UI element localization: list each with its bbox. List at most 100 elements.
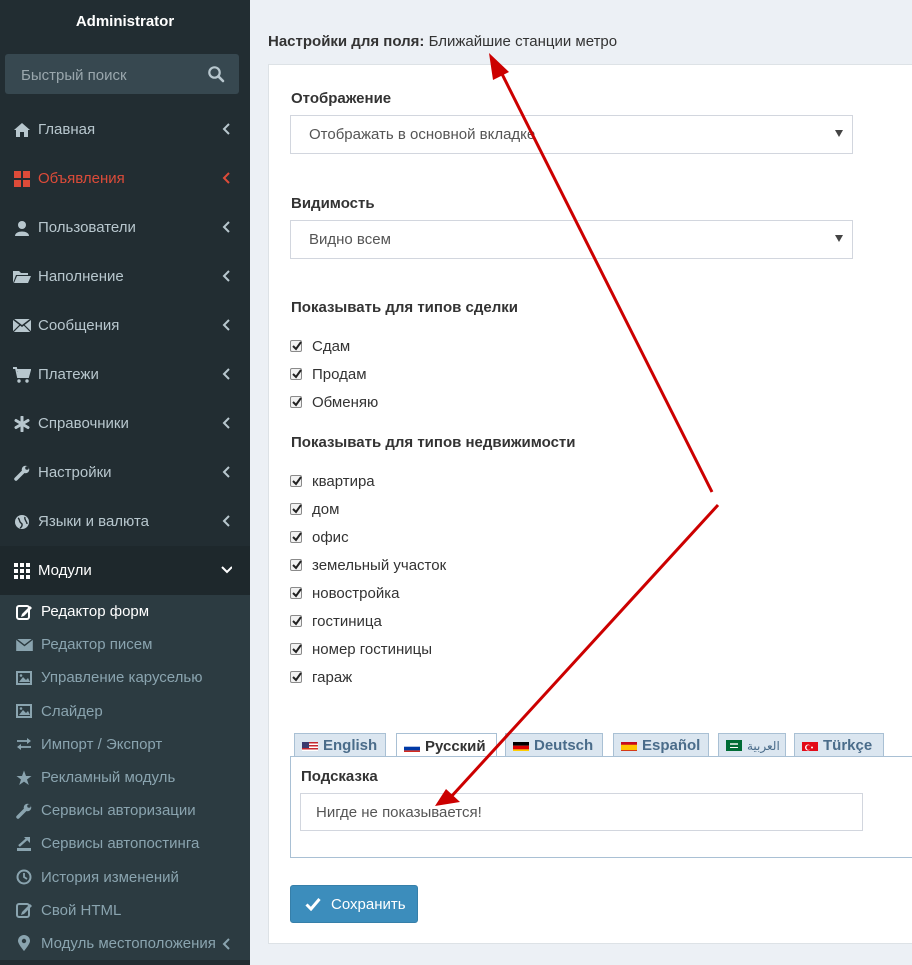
save-button[interactable]: Сохранить (290, 885, 418, 923)
tab-english[interactable]: English (294, 733, 386, 757)
deal-type-checkbox-row[interactable]: Продам (290, 364, 367, 384)
checkbox-checked[interactable] (290, 531, 302, 543)
sidebar-menu: Главная Объявления Пользователи Наполнен… (0, 105, 250, 961)
main-content: Настройки для поля: Ближайшие станции ме… (250, 0, 912, 965)
subitem-label: Управление каруселью (41, 669, 203, 687)
chevron-left-icon (222, 172, 230, 184)
picture-icon (14, 703, 34, 719)
subitem-mail-editor[interactable]: Редактор писем (0, 628, 250, 661)
property-type-checkbox-row[interactable]: гараж (290, 667, 352, 687)
checkbox-label: Обменяю (312, 393, 379, 411)
sidebar-item-label: Наполнение (38, 268, 124, 285)
checkbox-label: номер гостиницы (312, 640, 433, 658)
sidebar-item-payments[interactable]: Платежи (0, 350, 250, 399)
visibility-select[interactable]: Видно всем (290, 220, 853, 259)
tab-russian[interactable]: Русский (396, 733, 497, 758)
tab-turkce[interactable]: Türkçe (794, 733, 884, 757)
sidebar-item-modules[interactable]: Модули (0, 546, 250, 595)
deal-type-checkbox-row[interactable]: Сдам (290, 336, 350, 356)
property-type-checkbox-row[interactable]: гостиница (290, 611, 382, 631)
checkbox-checked[interactable] (290, 368, 302, 380)
sa-flag-icon (726, 740, 742, 751)
subitem-import-export[interactable]: Импорт / Экспорт (0, 728, 250, 761)
chevron-left-icon (222, 515, 230, 527)
subitem-label: Рекламный модуль (41, 769, 176, 787)
subitem-custom-html[interactable]: Свой HTML (0, 894, 250, 927)
checkbox-checked[interactable] (290, 643, 302, 655)
export-icon (14, 836, 34, 852)
property-type-checkbox-row[interactable]: дом (290, 499, 339, 519)
subitem-ad-module[interactable]: Рекламный модуль (0, 761, 250, 794)
search-input[interactable] (19, 64, 203, 86)
page-title-field-name: Ближайшие станции метро (428, 33, 618, 50)
subitem-form-editor[interactable]: Редактор форм (0, 595, 250, 628)
display-select[interactable]: Отображать в основной вкладке (290, 115, 853, 154)
chevron-left-icon (222, 123, 230, 135)
sidebar-item-users[interactable]: Пользователи (0, 203, 250, 252)
property-type-checkbox-row[interactable]: офис (290, 527, 349, 547)
subitem-slider[interactable]: Слайдер (0, 695, 250, 728)
sidebar-item-dictionaries[interactable]: Справочники (0, 399, 250, 448)
checkbox-label: дом (312, 500, 340, 518)
sidebar-item-ads[interactable]: Объявления (0, 154, 250, 203)
checkbox-checked[interactable] (290, 559, 302, 571)
deal-type-checkbox-row[interactable]: Обменяю (290, 392, 378, 412)
property-type-checkbox-row[interactable]: квартира (290, 471, 375, 491)
subitem-carousel[interactable]: Управление каруселью (0, 661, 250, 694)
sidebar-item-label: Платежи (38, 366, 99, 383)
display-label: Отображение (291, 90, 392, 107)
subitem-label: Свой HTML (41, 901, 122, 919)
de-flag-icon (513, 740, 529, 751)
sidebar-item-content[interactable]: Наполнение (0, 252, 250, 301)
subitem-auth-services[interactable]: Сервисы авторизации (0, 794, 250, 827)
sidebar-item-languages[interactable]: Языки и валюта (0, 497, 250, 546)
sidebar-item-label: Сообщения (38, 317, 120, 334)
subitem-label: Сервисы автопостинга (41, 835, 200, 853)
envelope-icon (14, 637, 34, 653)
subitem-label: Импорт / Экспорт (41, 735, 163, 753)
subitem-label: Сервисы авторизации (41, 802, 196, 820)
checkbox-checked[interactable] (290, 503, 302, 515)
subitem-label: Модуль местоположения (41, 934, 216, 952)
subitem-history[interactable]: История изменений (0, 861, 250, 894)
visibility-select-value: Видно всем (309, 231, 391, 248)
property-types-label: Показывать для типов недвижимости (291, 434, 576, 451)
sidebar-item-home[interactable]: Главная (0, 105, 250, 154)
chevron-left-icon (222, 270, 230, 282)
checkbox-checked[interactable] (290, 671, 302, 683)
checkbox-checked[interactable] (290, 587, 302, 599)
chevron-left-icon (222, 466, 230, 478)
wrench-icon (11, 464, 33, 482)
tab-label: Русский (425, 737, 486, 755)
cart-icon (11, 366, 33, 384)
deal-types-label: Показывать для типов сделки (291, 299, 518, 316)
checkbox-label: офис (312, 528, 349, 546)
quick-search (5, 54, 239, 94)
tab-arabic[interactable]: العربية (718, 733, 786, 757)
checkbox-label: гостиница (312, 612, 382, 630)
tab-label: Türkçe (823, 737, 873, 754)
checkbox-label: новостройка (312, 584, 400, 602)
subitem-location-module[interactable]: Модуль местоположения (0, 927, 250, 960)
grid-icon (11, 170, 33, 188)
page-title-label: Настройки для поля: (268, 33, 425, 50)
sidebar-item-settings[interactable]: Настройки (0, 448, 250, 497)
tab-deutsch[interactable]: Deutsch (505, 733, 603, 757)
checkbox-checked[interactable] (290, 615, 302, 627)
property-type-checkbox-row[interactable]: земельный участок (290, 555, 446, 575)
checkbox-checked[interactable] (290, 396, 302, 408)
hint-label: Подсказка (301, 768, 378, 785)
tab-espanol[interactable]: Español (613, 733, 709, 757)
property-type-checkbox-row[interactable]: номер гостиницы (290, 639, 432, 659)
sidebar-item-label: Главная (38, 121, 96, 138)
subitem-autoposting[interactable]: Сервисы автопостинга (0, 827, 250, 860)
search-icon[interactable] (207, 65, 225, 83)
checkbox-checked[interactable] (290, 340, 302, 352)
subitem-label: Редактор форм (41, 603, 150, 621)
hint-input[interactable] (300, 793, 863, 831)
sidebar-item-label: Модули (38, 562, 92, 579)
caret-down-icon (835, 130, 843, 137)
sidebar-item-messages[interactable]: Сообщения (0, 301, 250, 350)
checkbox-checked[interactable] (290, 475, 302, 487)
property-type-checkbox-row[interactable]: новостройка (290, 583, 399, 603)
